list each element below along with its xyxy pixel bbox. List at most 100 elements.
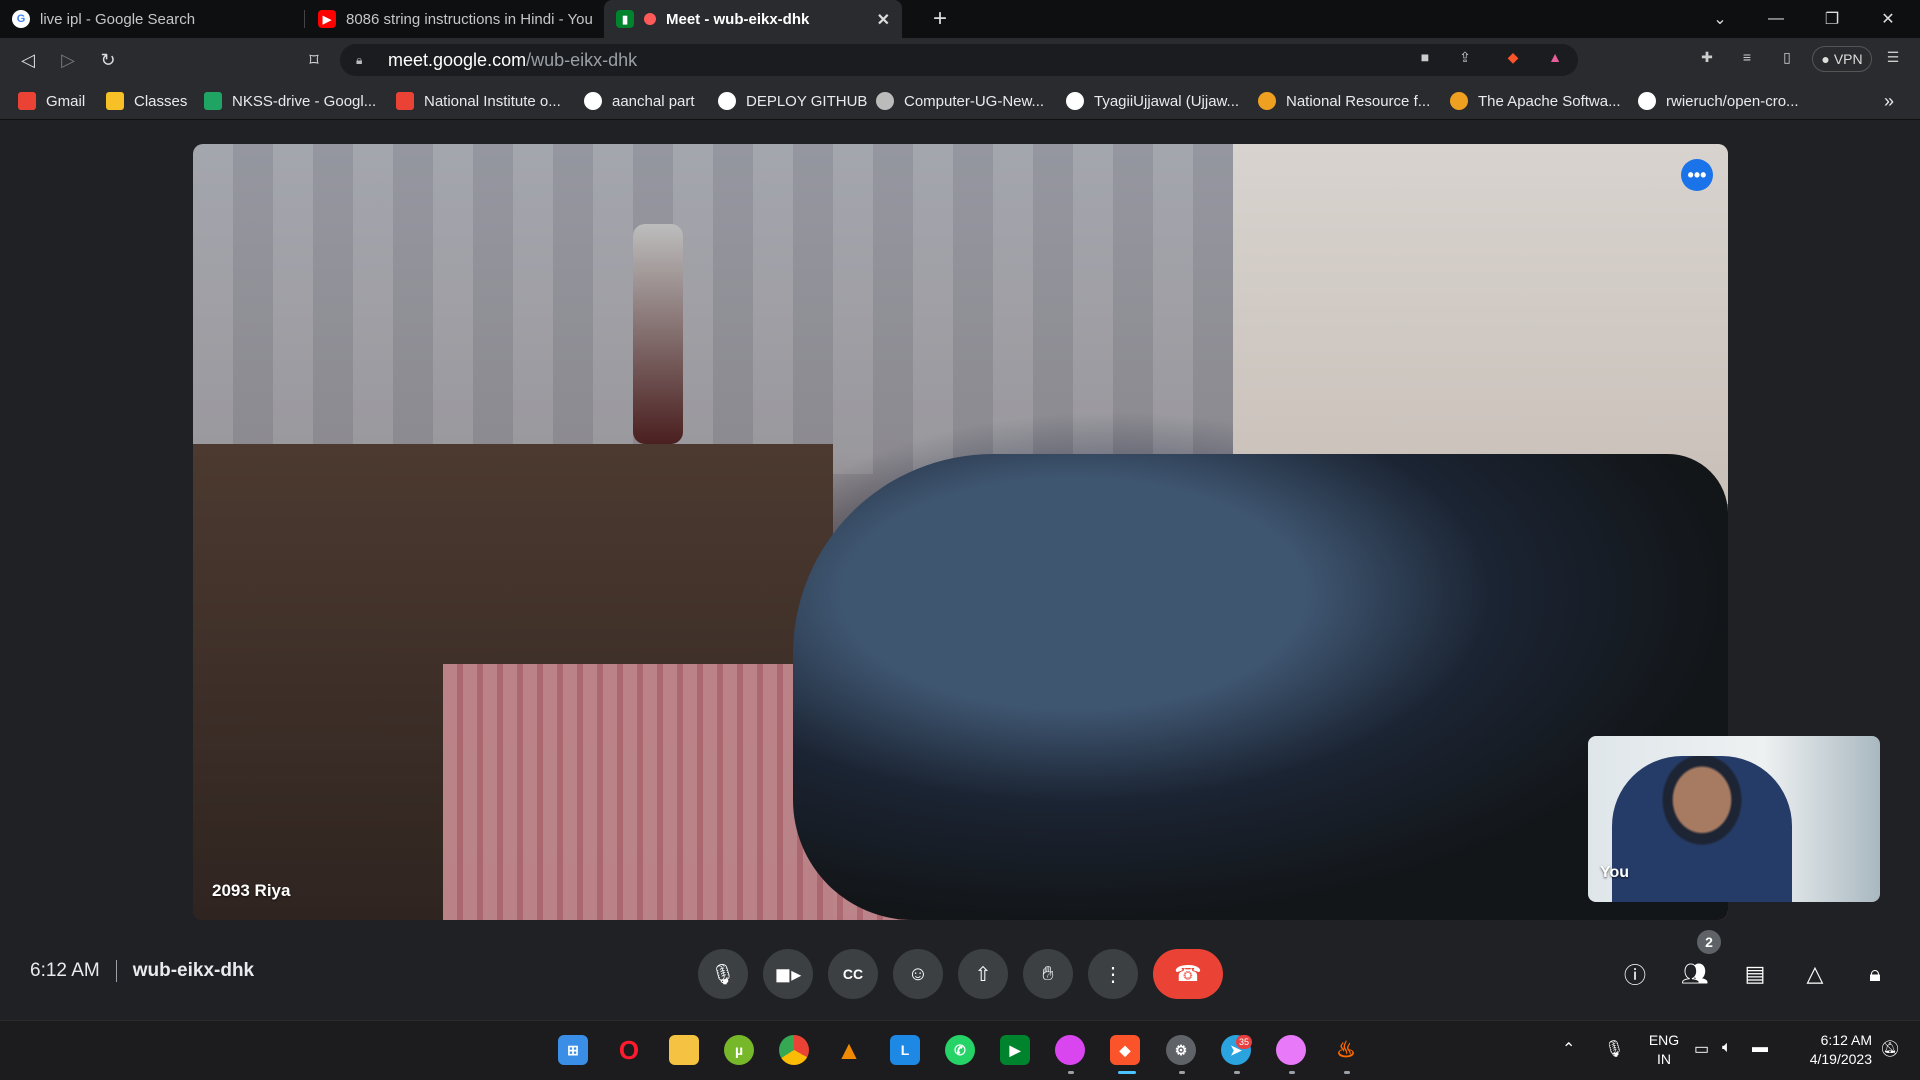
main-video-tile[interactable]: ••• 2093 Riya	[193, 144, 1728, 920]
settings-gear-icon[interactable]: ⚙	[1166, 1035, 1196, 1065]
info-icon: ⓘ	[1623, 963, 1646, 988]
gmail-icon	[18, 92, 36, 110]
windows-start-icon[interactable]: ⊞	[558, 1035, 588, 1065]
l-app-icon[interactable]: L	[890, 1035, 920, 1065]
battery-icon[interactable]: ▬	[1752, 1039, 1768, 1057]
leave-call-button[interactable]: ☎︎	[1153, 949, 1223, 999]
running-indicator	[1289, 1071, 1295, 1074]
more-options-icon[interactable]: •••	[1681, 159, 1713, 191]
chat-button[interactable]: ▤	[1735, 954, 1775, 994]
back-icon[interactable]: ◁	[14, 46, 42, 74]
more-options-button[interactable]: ⋮	[1088, 949, 1138, 999]
tab-search-icon[interactable]: ⌄	[1692, 0, 1748, 38]
camera-button[interactable]: ◼︎▸	[763, 949, 813, 999]
bookmark-computer-ug[interactable]: Computer-UG-New...	[876, 90, 1044, 112]
meeting-code: wub-eikx-dhk	[132, 960, 255, 981]
running-indicator	[1179, 1071, 1185, 1074]
bookmark-classes[interactable]: Classes	[106, 90, 187, 112]
telegram-unread-badge: 35	[1236, 1035, 1252, 1049]
system-clock[interactable]: 6:12 AM 4/19/2023	[1792, 1031, 1872, 1069]
tab-separator	[304, 10, 305, 28]
tab-meet[interactable]: ▮ Meet - wub-eikx-dhk ✕	[604, 0, 902, 38]
bookmark-aanchal-part[interactable]: aanchal part	[584, 90, 695, 112]
pwa-app-icon[interactable]	[1055, 1035, 1085, 1065]
bookmark-nkss-drive[interactable]: NKSS-drive - Googl...	[204, 90, 376, 112]
close-tab-icon[interactable]: ✕	[877, 10, 890, 30]
raise-hand-button[interactable]: ✋︎	[1023, 949, 1073, 999]
address-bar[interactable]: 🔒︎ meet.google.com /wub-eikx-dhk	[340, 44, 1578, 76]
file-explorer-icon[interactable]	[669, 1035, 699, 1065]
bookmark-national-institute[interactable]: National Institute o...	[396, 90, 561, 112]
bookmark-tyagiiujjawal[interactable]: TyagiiUjjawal (Ujjaw...	[1066, 90, 1239, 112]
sidebar-icon[interactable]: ▯	[1776, 46, 1798, 68]
google-meet-icon[interactable]: ▶	[1000, 1035, 1030, 1065]
menu-icon[interactable]: ☰	[1882, 46, 1904, 68]
whatsapp-icon[interactable]: ✆	[945, 1035, 975, 1065]
bookmark-national-resource[interactable]: National Resource f...	[1258, 90, 1430, 112]
minimize-button[interactable]: —	[1748, 0, 1804, 38]
bookmark-label: Classes	[134, 92, 188, 110]
bookmark-label: National Institute o...	[424, 92, 561, 110]
running-indicator	[1344, 1071, 1350, 1074]
bookmark-gmail[interactable]: Gmail	[18, 90, 85, 112]
input-language[interactable]: ENG IN	[1644, 1031, 1684, 1069]
people-button[interactable]: 👥︎	[1675, 954, 1715, 994]
opera-icon[interactable]: O	[614, 1035, 644, 1065]
media-controls-icon[interactable]: ≡	[1736, 46, 1758, 68]
bookmark-icon[interactable]: ⌑	[300, 46, 328, 74]
phone-hangup-icon: ☎︎	[1174, 961, 1202, 986]
emoji-icon: ☺	[907, 962, 929, 985]
close-window-button[interactable]: ✕	[1860, 0, 1916, 38]
people-icon: 👥︎	[1681, 961, 1709, 986]
bookmark-open-cro[interactable]: rwieruch/open-cro...	[1638, 90, 1799, 112]
extensions-icon[interactable]: ✚	[1696, 46, 1718, 68]
github-icon	[718, 92, 736, 110]
participant-count-badge: 2	[1697, 930, 1721, 954]
host-controls-button[interactable]: 🔒︎	[1855, 954, 1895, 994]
google-icon: G	[12, 10, 30, 28]
new-tab-button[interactable]: +	[912, 0, 968, 38]
lock-person-icon: 🔒︎	[1869, 961, 1881, 986]
vlc-icon[interactable]: ▲	[834, 1035, 864, 1065]
youtube-icon: ▶	[318, 10, 336, 28]
microphone-button[interactable]: 🎙︎	[698, 949, 748, 999]
chrome-icon[interactable]	[779, 1035, 809, 1065]
show-hidden-icons-icon[interactable]: ⌃	[1562, 1039, 1575, 1059]
bookmark-label: TyagiiUjjawal (Ujjaw...	[1094, 92, 1240, 110]
bookmarks-overflow-button[interactable]: »	[1884, 90, 1894, 112]
reactions-button[interactable]: ☺	[893, 949, 943, 999]
fire-app-icon[interactable]: ♨	[1331, 1035, 1361, 1065]
utorrent-icon[interactable]: µ	[724, 1035, 754, 1065]
drive-icon	[204, 92, 222, 110]
brave-browser-icon[interactable]: ◆	[1110, 1035, 1140, 1065]
tab-google-search[interactable]: G live ipl - Google Search	[0, 0, 304, 38]
divider	[115, 960, 117, 982]
captions-button[interactable]: CC	[828, 949, 878, 999]
pwa-app-2-icon[interactable]	[1276, 1035, 1306, 1065]
present-screen-button[interactable]: ⇧	[958, 949, 1008, 999]
reload-icon[interactable]: ↻	[94, 46, 122, 74]
brave-shields-icon[interactable]: ◆	[1502, 46, 1524, 68]
activities-button[interactable]: △	[1795, 954, 1835, 994]
forward-icon[interactable]: ▷	[54, 46, 82, 74]
bookmark-deploy-github[interactable]: DEPLOY GITHUB	[718, 90, 867, 112]
volume-icon[interactable]: 🔈︎	[1722, 1039, 1732, 1057]
bookmark-apache[interactable]: The Apache Softwa...	[1450, 90, 1621, 112]
self-video-figure	[1612, 756, 1792, 902]
video-background-curtain	[193, 144, 1233, 474]
bookmark-label: aanchal part	[612, 92, 695, 110]
tab-youtube[interactable]: ▶ 8086 string instructions in Hindi - Yo…	[306, 0, 602, 38]
share-icon[interactable]: ⇪	[1454, 46, 1476, 68]
tab-title: Meet - wub-eikx-dhk	[666, 10, 810, 28]
vpn-button[interactable]: ● VPN	[1812, 46, 1872, 72]
self-video-tile[interactable]: You	[1588, 736, 1880, 902]
chat-icon: ▤	[1744, 961, 1766, 986]
restore-button[interactable]: ❐	[1804, 0, 1860, 38]
notifications-icon[interactable]: 🔕︎	[1880, 1039, 1900, 1059]
network-icon[interactable]: ▭	[1694, 1039, 1709, 1059]
camera-icon[interactable]: ■	[1414, 46, 1436, 68]
brave-rewards-icon[interactable]: ▲	[1544, 46, 1566, 68]
hand-icon: ✋︎	[1042, 962, 1054, 985]
meeting-details-button[interactable]: ⓘ	[1615, 954, 1655, 994]
tray-microphone-icon[interactable]: 🎙︎	[1604, 1039, 1624, 1059]
